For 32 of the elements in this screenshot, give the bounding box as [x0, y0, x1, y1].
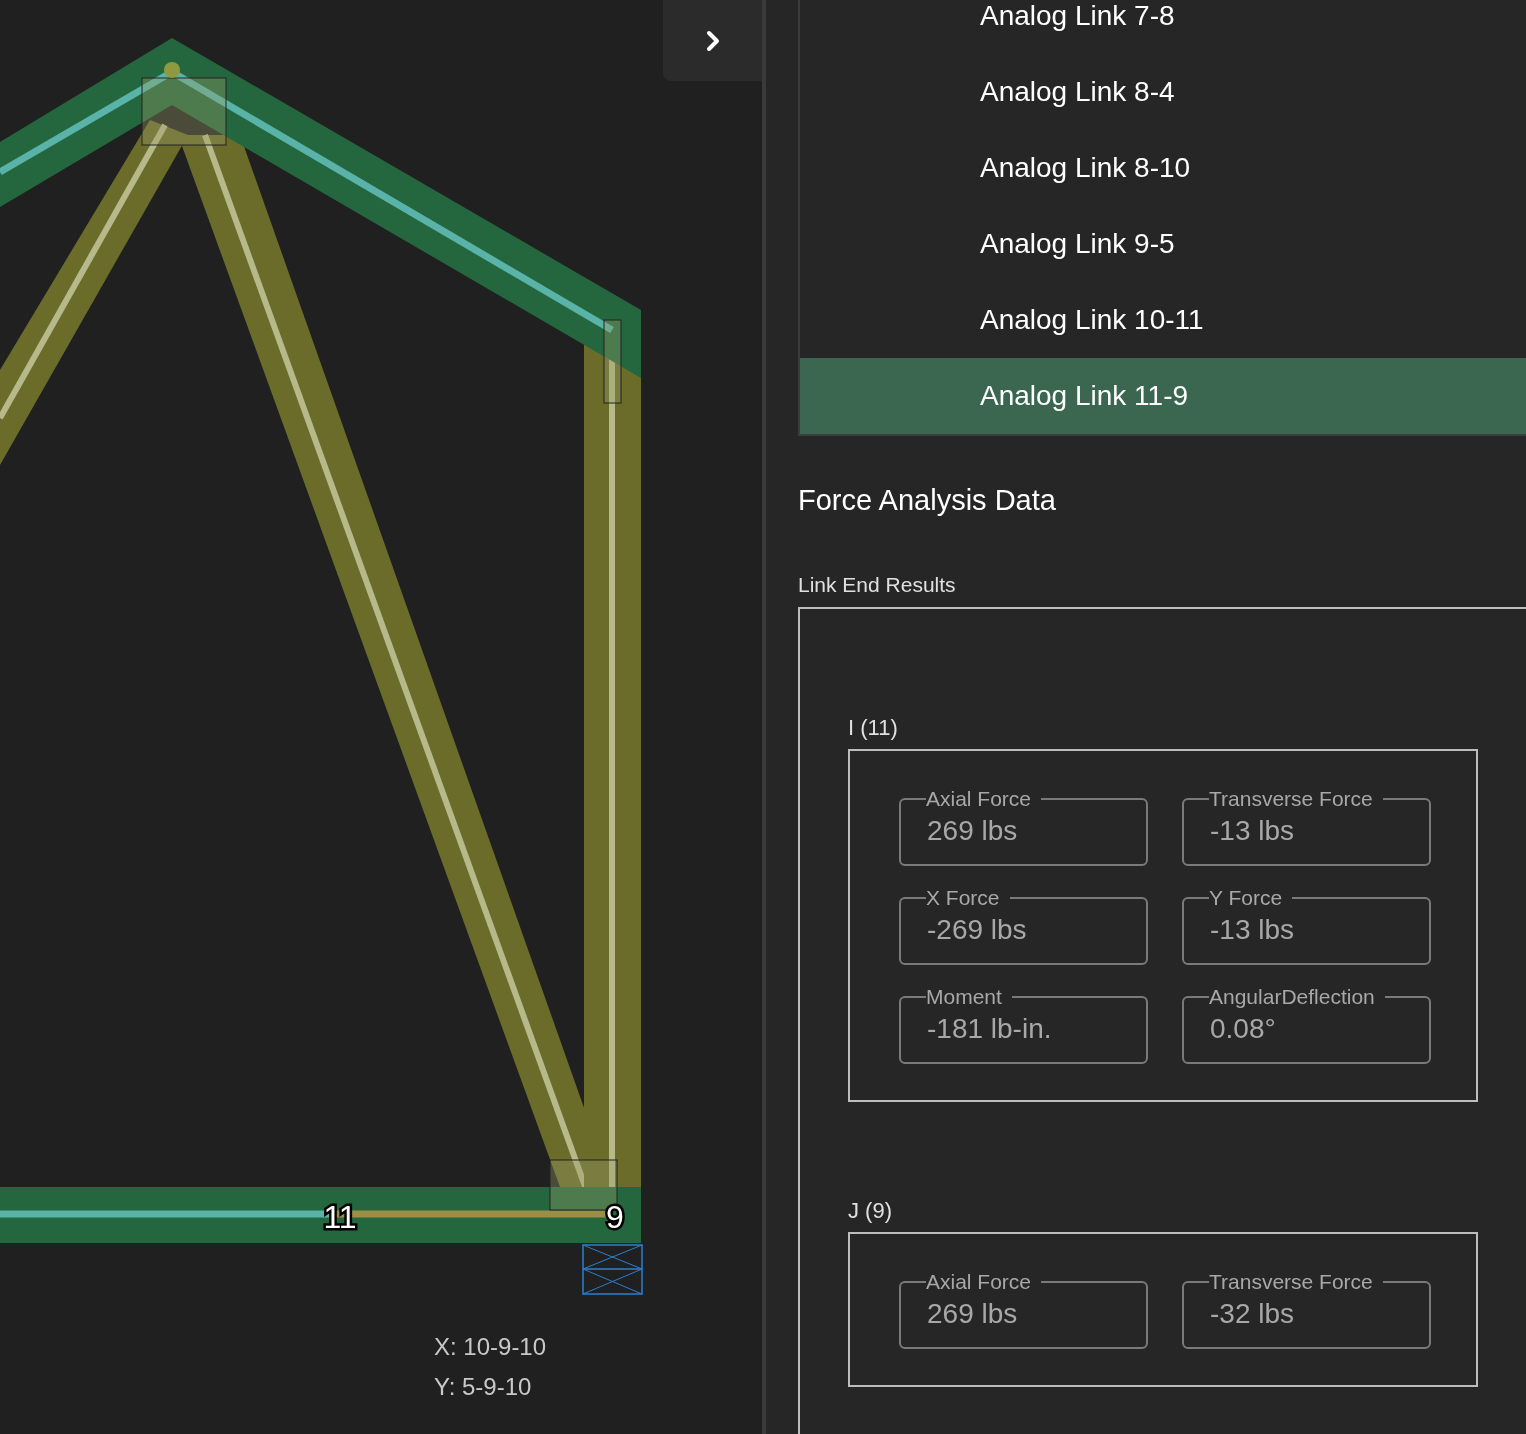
- field-value: -13 lbs: [1210, 913, 1295, 946]
- link-list-item[interactable]: Analog Link 9-5: [800, 206, 1526, 282]
- link-list-item[interactable]: Analog Link 10-11: [800, 282, 1526, 358]
- y-coordinate: Y: 5-9-10: [434, 1372, 533, 1402]
- expand-button[interactable]: [663, 0, 762, 81]
- field-label: Moment: [926, 985, 1003, 1009]
- link-list-item[interactable]: Analog Link 8-10: [800, 130, 1526, 206]
- field-value: -269 lbs: [927, 913, 1027, 946]
- link-end-label: I (11): [848, 715, 899, 741]
- link-end-label: J (9): [848, 1198, 893, 1224]
- field-label: Axial Force: [926, 1270, 1033, 1294]
- field-label: Transverse Force: [1209, 1270, 1374, 1294]
- field-label: X Force: [926, 886, 1001, 910]
- field-label: AngularDeflection: [1209, 985, 1376, 1009]
- field-value: 0.08°: [1210, 1012, 1276, 1045]
- field-value: 269 lbs: [927, 1297, 1018, 1330]
- node-label: 9: [590, 1196, 640, 1236]
- x-coordinate: X: 10-9-10: [434, 1332, 547, 1362]
- link-list-item[interactable]: Analog Link 8-4: [800, 54, 1526, 130]
- section-title: Force Analysis Data: [798, 484, 1057, 517]
- link-list-item[interactable]: Analog Link 7-8: [800, 0, 1526, 54]
- section-label: Link End Results: [798, 573, 957, 597]
- field-label: Y Force: [1209, 886, 1284, 910]
- support-icon: [582, 1244, 643, 1295]
- node-label: 11: [315, 1196, 365, 1236]
- field-value: -13 lbs: [1210, 814, 1295, 847]
- field-value: -32 lbs: [1210, 1297, 1295, 1330]
- field-value: -181 lb-in.: [927, 1012, 1052, 1045]
- link-list-item[interactable]: Analog Link 11-9: [800, 358, 1526, 434]
- field-label: Transverse Force: [1209, 787, 1374, 811]
- field-label: Axial Force: [926, 787, 1033, 811]
- field-value: 269 lbs: [927, 814, 1018, 847]
